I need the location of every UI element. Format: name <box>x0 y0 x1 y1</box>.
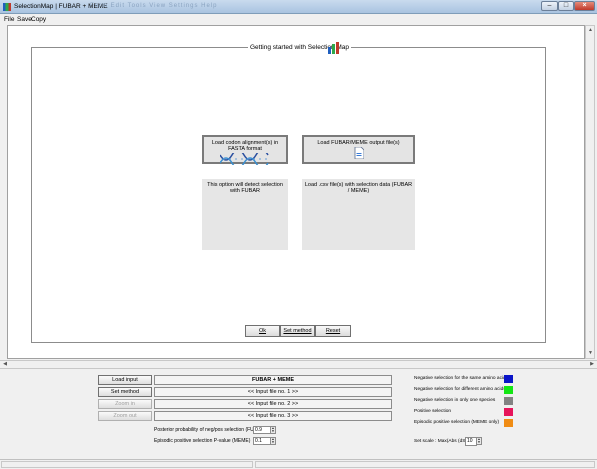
input-file-3-field[interactable]: << Input file no. 3 >> <box>154 411 392 421</box>
scroll-down-icon[interactable]: ▼ <box>587 350 594 357</box>
spinner-arrows-icon[interactable]: ▲ ▼ <box>476 437 482 445</box>
fubar-option-description: Load .csv file(s) with selection data (F… <box>302 179 415 250</box>
scale-spinner[interactable]: 10 ▲ ▼ <box>465 437 482 446</box>
close-button[interactable]: × <box>574 1 595 11</box>
menu-copy[interactable]: Copy <box>31 16 46 23</box>
status-segment <box>1 461 253 468</box>
reset-button[interactable]: Reset <box>315 325 351 337</box>
input-file-2-field[interactable]: << Input file no. 2 >> <box>154 399 392 409</box>
scroll-right-icon[interactable]: ▶ <box>588 361 596 368</box>
legend-swatch <box>504 419 513 427</box>
load-fubar-meme-button[interactable]: Load FUBAR/MEME output file(s) <box>302 135 415 164</box>
posterior-probability-value: 0.9 <box>255 427 262 433</box>
load-input-button[interactable]: Load input <box>98 375 152 385</box>
menu-save[interactable]: Save <box>17 16 32 23</box>
reset-label: Reset <box>325 328 341 334</box>
legend-label: Positive selection <box>414 409 452 414</box>
pvalue-value: 0.1 <box>255 438 262 444</box>
getting-started-group <box>31 47 546 343</box>
legend-label: Episodic positive selection (MEME only) <box>414 420 500 425</box>
spinner-arrows-icon[interactable]: ▲ ▼ <box>270 426 276 434</box>
legend-label: Negative selection in only one species <box>414 398 496 403</box>
posterior-probability-label: Posterior probability of neg/pos selecti… <box>154 427 266 433</box>
ok-button[interactable]: Ok <box>245 325 280 337</box>
ok-label: Ok <box>258 328 267 334</box>
maximize-button[interactable]: □ <box>558 1 574 11</box>
input-file-1-field[interactable]: << Input file no. 1 >> <box>154 387 392 397</box>
main-canvas: Getting started with Selection Map Load … <box>7 25 585 359</box>
codon-option-description: This option will detect selection with F… <box>202 179 288 250</box>
pvalue-label: Episodic positive selection P-value (MEM… <box>154 438 251 444</box>
minimize-button[interactable]: – <box>541 1 558 11</box>
scroll-up-icon[interactable]: ▲ <box>587 27 594 34</box>
posterior-probability-spinner[interactable]: 0.9 ▲ ▼ <box>253 426 276 434</box>
zoom-out-button[interactable]: Zoom out <box>98 411 152 421</box>
legend-label: Negative selection for different amino a… <box>414 387 506 392</box>
app-icon <box>3 3 11 11</box>
set-method-bottom-button[interactable]: Set method <box>98 387 152 397</box>
title-bar: SelectionMap | FUBAR + MEME Form Edit To… <box>0 0 597 14</box>
legend-swatch <box>504 397 513 405</box>
set-method-button[interactable]: Set method <box>280 325 315 337</box>
menu-file[interactable]: File <box>4 16 14 23</box>
background-window-menu: Form Edit Tools View Settings Help <box>90 3 218 9</box>
scroll-left-icon[interactable]: ◀ <box>1 361 9 368</box>
method-field: FUBAR + MEME <box>154 375 392 385</box>
legend-label: Negative selection for the same amino ac… <box>414 376 506 381</box>
set-method-label: Set method <box>283 328 312 334</box>
legend-swatch <box>504 408 513 416</box>
dna-helix-icon <box>219 149 269 169</box>
status-bar <box>0 459 597 469</box>
menu-bar: File Save Copy <box>0 14 597 24</box>
status-segment <box>255 461 595 468</box>
legend-swatch <box>504 375 513 383</box>
document-icon <box>354 146 364 160</box>
pvalue-spinner[interactable]: 0.1 ▲ ▼ <box>253 437 276 445</box>
load-codon-label: Load codon alignment(s) in FASTA format <box>211 140 279 152</box>
load-fubar-label: Load FUBAR/MEME output file(s) <box>317 140 400 146</box>
legend-swatch <box>504 386 513 394</box>
selection-map-logo-icon <box>328 42 339 54</box>
vertical-scrollbar[interactable]: ▲ ▼ <box>585 25 595 359</box>
load-codon-alignment-button[interactable]: Load codon alignment(s) in FASTA format <box>202 135 288 169</box>
zoom-in-button[interactable]: Zoom in <box>98 399 152 409</box>
horizontal-scrollbar[interactable]: ◀ ▶ <box>0 360 597 369</box>
scale-value: 10 <box>467 438 473 444</box>
spinner-arrows-icon[interactable]: ▲ ▼ <box>270 437 276 445</box>
